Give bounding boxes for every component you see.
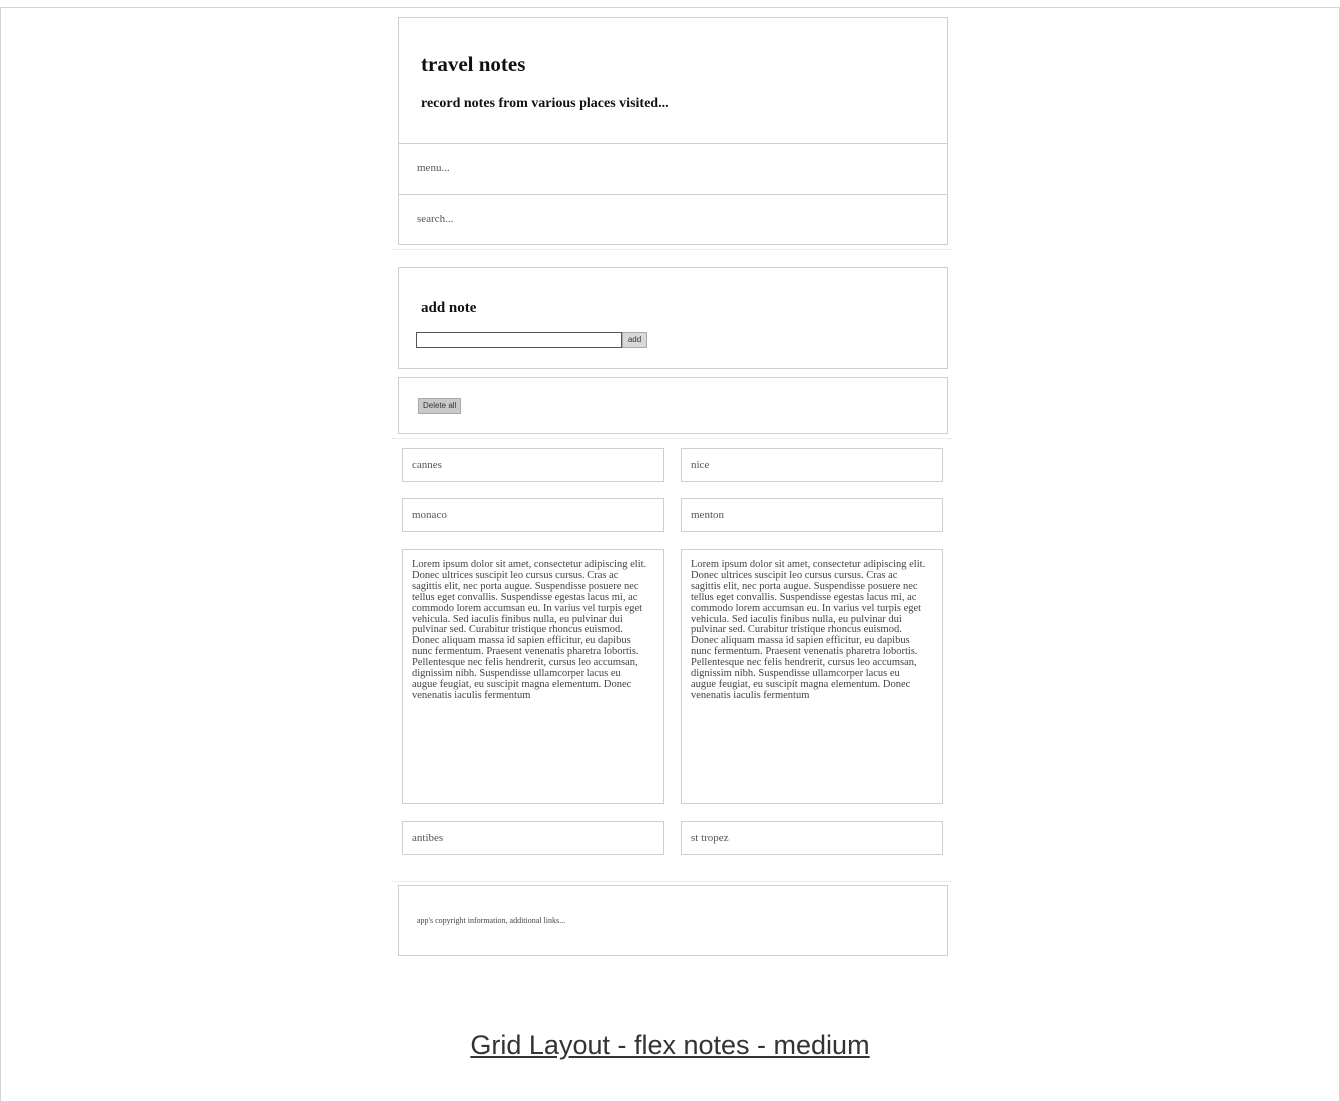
footer-text: app's copyright information, additional … [417,916,566,925]
add-note-title: add note [421,300,477,316]
note-text: antibes [412,832,444,844]
note-card[interactable]: nice [681,448,943,482]
note-card[interactable]: antibes [402,821,664,855]
note-input[interactable] [416,332,622,348]
divider [392,881,952,882]
frame-top-border [0,7,1340,8]
note-card[interactable]: Lorem ipsum dolor sit amet, consectetur … [402,549,664,804]
note-text: menton [691,509,724,521]
add-note-panel: add note add [398,267,948,369]
app-title: travel notes [421,52,526,76]
footer: app's copyright information, additional … [398,885,948,956]
app-subtitle: record notes from various places visited… [421,96,669,111]
caption-text[interactable]: Grid Layout - flex notes - medium [470,1030,869,1060]
note-card[interactable]: menton [681,498,943,532]
note-text: st tropez [691,832,729,844]
divider [392,438,952,439]
note-card[interactable]: st tropez [681,821,943,855]
note-text: Lorem ipsum dolor sit amet, consectetur … [691,559,926,701]
menu-bar[interactable]: menu... [398,143,948,195]
delete-all-button[interactable]: Delete all [418,398,462,414]
note-text: nice [691,459,710,471]
note-card[interactable]: monaco [402,498,664,532]
search-placeholder[interactable]: search... [417,213,453,225]
menu-placeholder[interactable]: menu... [417,162,450,174]
note-text: monaco [412,509,447,521]
note-text: cannes [412,459,442,471]
search-bar[interactable]: search... [398,194,948,245]
note-card[interactable]: Lorem ipsum dolor sit amet, consectetur … [681,549,943,804]
header: travel notes record notes from various p… [398,17,948,144]
actions-panel: Delete all [398,377,948,434]
note-text: Lorem ipsum dolor sit amet, consectetur … [412,559,647,701]
caption-link[interactable]: Grid Layout - flex notes - medium [0,1030,1340,1061]
divider [392,249,952,250]
page-frame: travel notes record notes from various p… [0,0,1340,1101]
frame-left-border [0,7,1,1101]
add-button[interactable]: add [622,332,647,348]
note-card[interactable]: cannes [402,448,664,482]
